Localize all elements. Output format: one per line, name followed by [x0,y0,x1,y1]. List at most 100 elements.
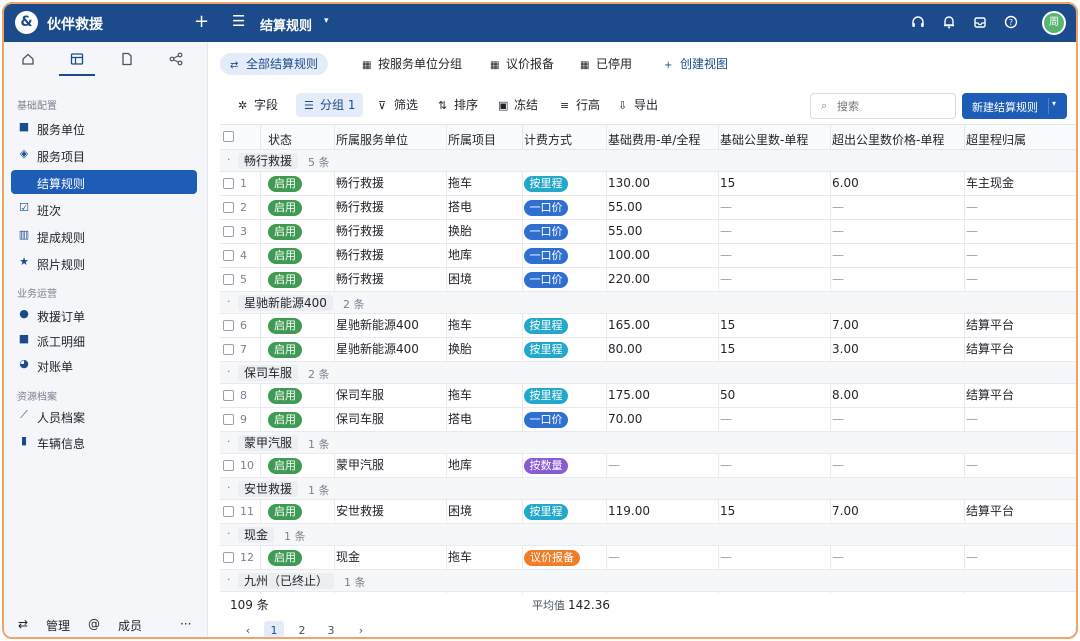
new-rule-button[interactable]: 新建结算规则 ▾ [962,93,1067,119]
row-height-button[interactable]: ≡ 行高 [552,93,608,117]
add-icon[interactable]: + [194,11,209,32]
sidebar-item-shift[interactable]: ☑ 班次 [11,197,197,221]
more-icon[interactable]: ··· [180,617,191,631]
page-title[interactable]: 结算规则 [260,15,312,34]
table-row[interactable]: 1 启用 畅行救援 拖车 按里程 130.00 15 6.00 车主现金 [220,172,1076,196]
row-checkbox[interactable] [223,506,234,517]
chevron-down-icon[interactable]: ▾ [1052,99,1056,108]
sidebar-item-statements[interactable]: ◕ 对账单 [11,353,197,377]
tab-all-rules[interactable]: ⇄ 全部结算规则 [220,53,329,75]
sidebar-item-rescue-orders[interactable]: ● 救援订单 [11,303,197,327]
table-row[interactable]: 11 启用 安世救援 困境 按里程 119.00 15 7.00 结算平台 [220,500,1076,524]
row-checkbox[interactable] [223,460,234,471]
menu-icon[interactable]: ☰ [232,12,245,30]
row-checkbox[interactable] [223,250,234,261]
unit-header[interactable]: 所属服务单位 [336,131,408,148]
share-icon[interactable] [164,52,188,74]
collapse-toggle-icon[interactable]: · [227,295,231,308]
swap-icon[interactable]: ⇄ [18,617,28,631]
tab-disabled[interactable]: ▦ 已停用 [570,53,642,75]
at-icon[interactable]: @ [88,617,100,631]
row-checkbox[interactable] [223,344,234,355]
row-checkbox[interactable] [223,552,234,563]
tab-group-by-unit[interactable]: ▦ 按服务单位分组 [352,53,472,75]
group-header[interactable]: · 星驰新能源400 2 条 [220,292,1076,314]
group-header[interactable]: · 安世救援 1 条 [220,478,1076,500]
create-view-button[interactable]: + 创建视图 [654,53,738,75]
row-checkbox[interactable] [223,274,234,285]
column-divider [522,338,523,361]
group-header[interactable]: · 现金 1 条 [220,524,1076,546]
chevron-down-icon[interactable]: ▾ [324,16,329,26]
table-icon[interactable] [65,52,89,74]
table-row[interactable]: 12 启用 现金 拖车 议价报备 — — — — [220,546,1076,570]
row-checkbox[interactable] [223,202,234,213]
home-icon[interactable] [16,52,40,74]
table-row[interactable]: 6 启用 星驰新能源400 拖车 按里程 165.00 15 7.00 结算平台 [220,314,1076,338]
help-icon[interactable]: ? [1003,15,1019,33]
table-row[interactable]: 4 启用 畅行救援 地库 一口价 100.00 — — — [220,244,1076,268]
next-page-button[interactable]: › [353,621,369,637]
sort-button[interactable]: ⇅ 排序 [430,93,486,117]
headset-icon[interactable] [910,15,926,33]
collapse-toggle-icon[interactable]: · [227,435,231,448]
search-input-wrapper[interactable]: ⌕ [810,93,956,119]
sidebar-item-staff[interactable]: ⟋ 人员档案 [11,404,197,428]
page-1-button[interactable]: 1 [264,621,284,637]
base-fee-header[interactable]: 基础费用-单/全程 [608,131,700,148]
table-row[interactable]: 10 启用 蒙甲汽服 地库 按数量 — — — — [220,454,1076,478]
sidebar-item-settlement-rules[interactable]: 结算规则 [11,170,197,194]
fields-button[interactable]: ✲ 字段 [230,93,286,117]
row-checkbox[interactable] [223,414,234,425]
manage-link[interactable]: 管理 [46,617,70,634]
page-3-button[interactable]: 3 [321,621,341,637]
extra-price-header[interactable]: 超出公里数价格-单程 [832,131,944,148]
export-button[interactable]: ⇩ 导出 [610,93,666,117]
search-input[interactable] [837,98,947,114]
filter-button[interactable]: ⊽ 筛选 [370,93,426,117]
item-header[interactable]: 所属项目 [448,131,496,148]
collapse-toggle-icon[interactable]: · [227,481,231,494]
group-header[interactable]: · 保司车服 2 条 [220,362,1076,384]
billing-method-badge: 一口价 [524,248,568,264]
collapse-toggle-icon[interactable]: · [227,527,231,540]
avatar[interactable]: 周 [1042,11,1066,35]
owner-header[interactable]: 超里程归属 [966,131,1026,148]
page-2-button[interactable]: 2 [292,621,312,637]
status-header[interactable]: 状态 [268,131,292,148]
collapse-toggle-icon[interactable]: · [227,153,231,166]
table-row[interactable]: 7 启用 星驰新能源400 换胎 按里程 80.00 15 3.00 结算平台 [220,338,1076,362]
document-icon[interactable] [115,52,139,74]
table-row[interactable]: 8 启用 保司车服 拖车 按里程 175.00 50 8.00 结算平台 [220,384,1076,408]
group-button[interactable]: ☰ 分组 1 [296,93,364,117]
group-header[interactable]: · 畅行救援 5 条 [220,150,1076,172]
row-checkbox[interactable] [223,178,234,189]
method-header[interactable]: 计费方式 [524,131,572,148]
inbox-icon[interactable] [972,15,988,33]
freeze-button[interactable]: ▣ 冻结 [490,93,546,117]
sidebar-item-vehicles[interactable]: ▮ 车辆信息 [11,430,197,454]
sidebar-item-service-unit[interactable]: ■ 服务单位 [11,116,197,140]
group-header[interactable]: · 九州（已终止） 1 条 [220,570,1076,592]
base-km-header[interactable]: 基础公里数-单程 [720,131,808,148]
table-row[interactable]: 3 启用 畅行救援 换胎 一口价 55.00 — — — [220,220,1076,244]
collapse-toggle-icon[interactable]: · [227,573,231,586]
star-icon: ★ [19,255,29,268]
sidebar-item-commission[interactable]: ▥ 提成规则 [11,224,197,248]
sidebar-item-dispatch[interactable]: ■ 派工明细 [11,328,197,352]
row-checkbox[interactable] [223,390,234,401]
sidebar-item-photo-rules[interactable]: ★ 照片规则 [11,251,197,275]
prev-page-button[interactable]: ‹ [240,621,256,637]
tab-quote-report[interactable]: ▦ 议价报备 [480,53,564,75]
bell-icon[interactable] [941,15,957,33]
group-header[interactable]: · 蒙甲汽服 1 条 [220,432,1076,454]
table-row[interactable]: 2 启用 畅行救援 搭电 一口价 55.00 — — — [220,196,1076,220]
sidebar-item-service-item[interactable]: ◈ 服务项目 [11,143,197,167]
table-row[interactable]: 5 启用 畅行救援 困境 一口价 220.00 — — — [220,268,1076,292]
table-row[interactable]: 9 启用 保司车服 搭电 一口价 70.00 — — — [220,408,1076,432]
select-all-checkbox[interactable] [223,131,234,142]
row-checkbox[interactable] [223,226,234,237]
row-checkbox[interactable] [223,320,234,331]
collapse-toggle-icon[interactable]: · [227,365,231,378]
members-link[interactable]: 成员 [118,617,142,634]
